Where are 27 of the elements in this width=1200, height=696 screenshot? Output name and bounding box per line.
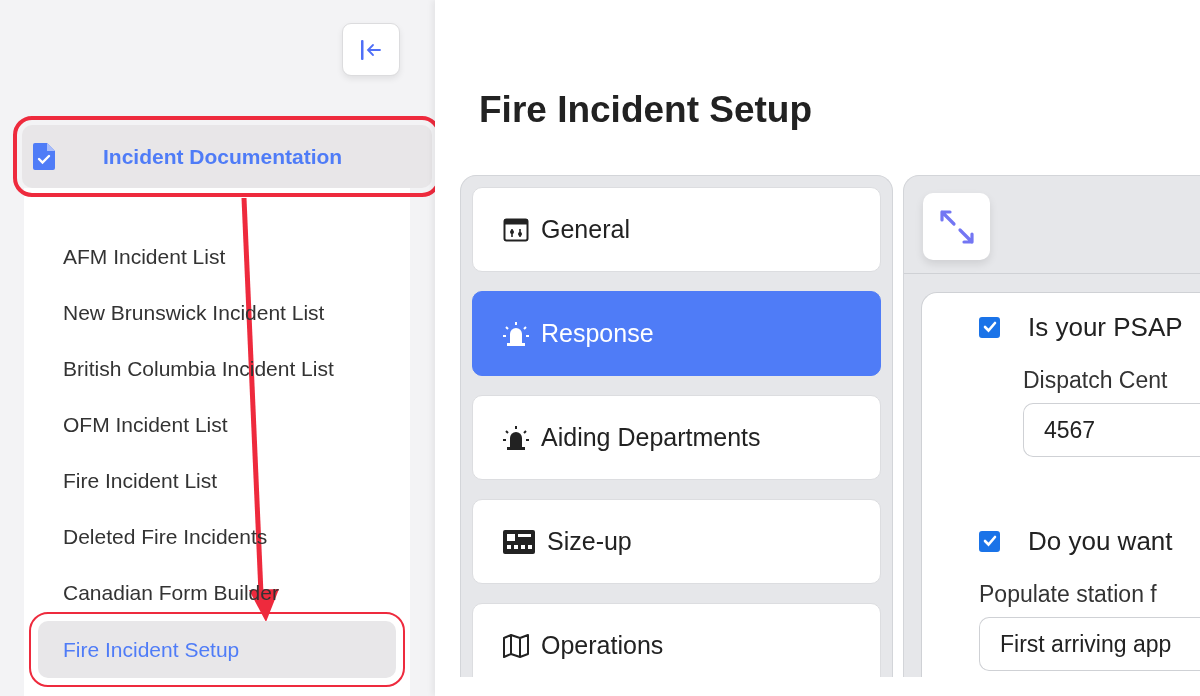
input-field[interactable]: First arriving app	[979, 617, 1200, 671]
collapse-icon	[359, 38, 383, 61]
expand-button[interactable]	[923, 193, 990, 260]
menu-item[interactable]: AFM Incident List	[38, 229, 396, 285]
field-label: Populate station f	[979, 580, 1158, 609]
tab[interactable]: Size-up	[472, 499, 881, 584]
checkbox[interactable]	[979, 316, 1000, 338]
checkbox-label: Is your PSAP	[1028, 311, 1183, 343]
page-title: Fire Incident Setup	[479, 89, 814, 131]
siren-icon	[503, 425, 529, 450]
document-check-icon	[33, 143, 55, 170]
siren-icon	[503, 321, 529, 346]
field-label: Dispatch Cent	[1023, 366, 1169, 395]
map-icon	[503, 633, 529, 658]
menu-item[interactable]: Fire Incident List	[38, 453, 396, 509]
checkbox[interactable]	[979, 530, 1000, 552]
expand-icon	[937, 207, 976, 246]
tab[interactable]: General	[472, 187, 881, 272]
tab[interactable]: Response	[472, 291, 881, 376]
checkbox-label: Do you want	[1028, 525, 1173, 557]
calendar-sliders-icon	[503, 217, 529, 242]
menu-item[interactable]: OFM Incident List	[38, 397, 396, 453]
collapse-sidebar-button[interactable]	[342, 23, 400, 76]
tab[interactable]: Aiding Departments	[472, 395, 881, 480]
dashboard-icon	[503, 529, 535, 554]
input-field[interactable]: 4567	[1023, 403, 1200, 457]
tab[interactable]: Operations	[472, 603, 881, 677]
